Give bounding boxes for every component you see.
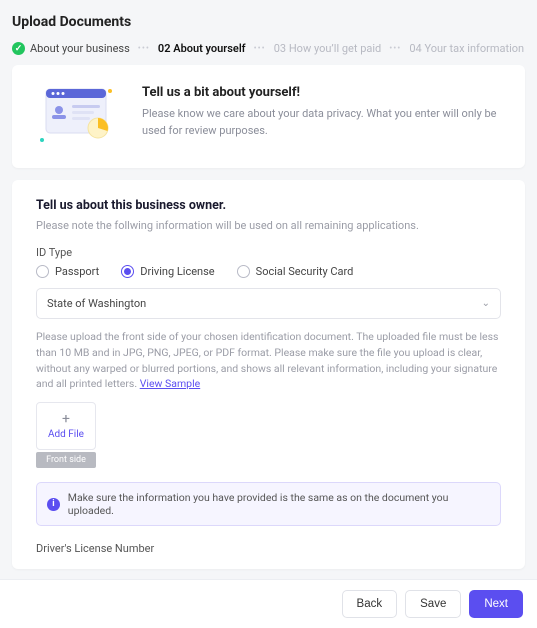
radio-passport[interactable]: Passport: [36, 265, 99, 278]
state-select-value: State of Washington: [47, 297, 146, 310]
back-button[interactable]: Back: [342, 590, 398, 618]
radio-driving-license[interactable]: Driving License: [121, 265, 214, 278]
owner-form-card: Tell us about this business owner. Pleas…: [12, 180, 525, 569]
add-file-button[interactable]: + Add File: [36, 402, 96, 450]
step-about-yourself[interactable]: 02 About yourself: [158, 42, 246, 55]
step-separator: •••: [138, 44, 150, 54]
owner-section-subtitle: Please note the follwing information wil…: [36, 219, 501, 232]
radio-label: Social Security Card: [256, 265, 354, 278]
step-separator: •••: [254, 44, 266, 54]
save-button[interactable]: Save: [405, 590, 461, 618]
view-sample-link[interactable]: View Sample: [140, 377, 200, 390]
upload-caption: Front side: [36, 452, 96, 468]
radio-icon: [121, 265, 134, 278]
id-type-radio-group: Passport Driving License Social Security…: [36, 265, 501, 278]
info-icon: i: [47, 498, 60, 511]
chevron-down-icon: ⌄: [482, 298, 490, 309]
step-label: 04 Your tax information: [409, 42, 524, 55]
step-tax-info[interactable]: 04 Your tax information: [409, 42, 524, 55]
upload-help-text: Please upload the front side of your cho…: [36, 329, 501, 392]
footer-actions: Back Save Next: [0, 579, 537, 628]
step-label: 02 About yourself: [158, 42, 246, 55]
stepper: ✓ About your business ••• 02 About yours…: [12, 42, 525, 55]
step-label: About your business: [30, 42, 130, 55]
check-icon: ✓: [12, 42, 25, 55]
radio-ssc[interactable]: Social Security Card: [237, 265, 354, 278]
owner-section-title: Tell us about this business owner.: [36, 198, 501, 213]
radio-label: Passport: [55, 265, 99, 278]
state-select[interactable]: State of Washington ⌄: [36, 288, 501, 319]
id-type-label: ID Type: [36, 246, 501, 259]
plus-icon: +: [62, 412, 70, 426]
radio-icon: [36, 265, 49, 278]
radio-label: Driving License: [140, 265, 214, 278]
drivers-license-number-label: Driver's License Number: [36, 542, 501, 555]
radio-icon: [237, 265, 250, 278]
intro-title: Tell us a bit about yourself!: [142, 85, 501, 100]
step-about-business[interactable]: ✓ About your business: [12, 42, 130, 55]
verify-info-notice: i Make sure the information you have pro…: [36, 482, 501, 526]
add-file-label: Add File: [48, 429, 84, 440]
next-button[interactable]: Next: [469, 590, 523, 618]
notice-text: Make sure the information you have provi…: [68, 491, 490, 517]
id-card-illustration-icon: [36, 83, 120, 150]
page-title: Upload Documents: [12, 14, 525, 30]
step-label: 03 How you’ll get paid: [274, 42, 382, 55]
step-separator: •••: [389, 44, 401, 54]
intro-card: Tell us a bit about yourself! Please kno…: [12, 65, 525, 168]
intro-body: Please know we care about your data priv…: [142, 106, 501, 139]
step-get-paid[interactable]: 03 How you’ll get paid: [274, 42, 382, 55]
